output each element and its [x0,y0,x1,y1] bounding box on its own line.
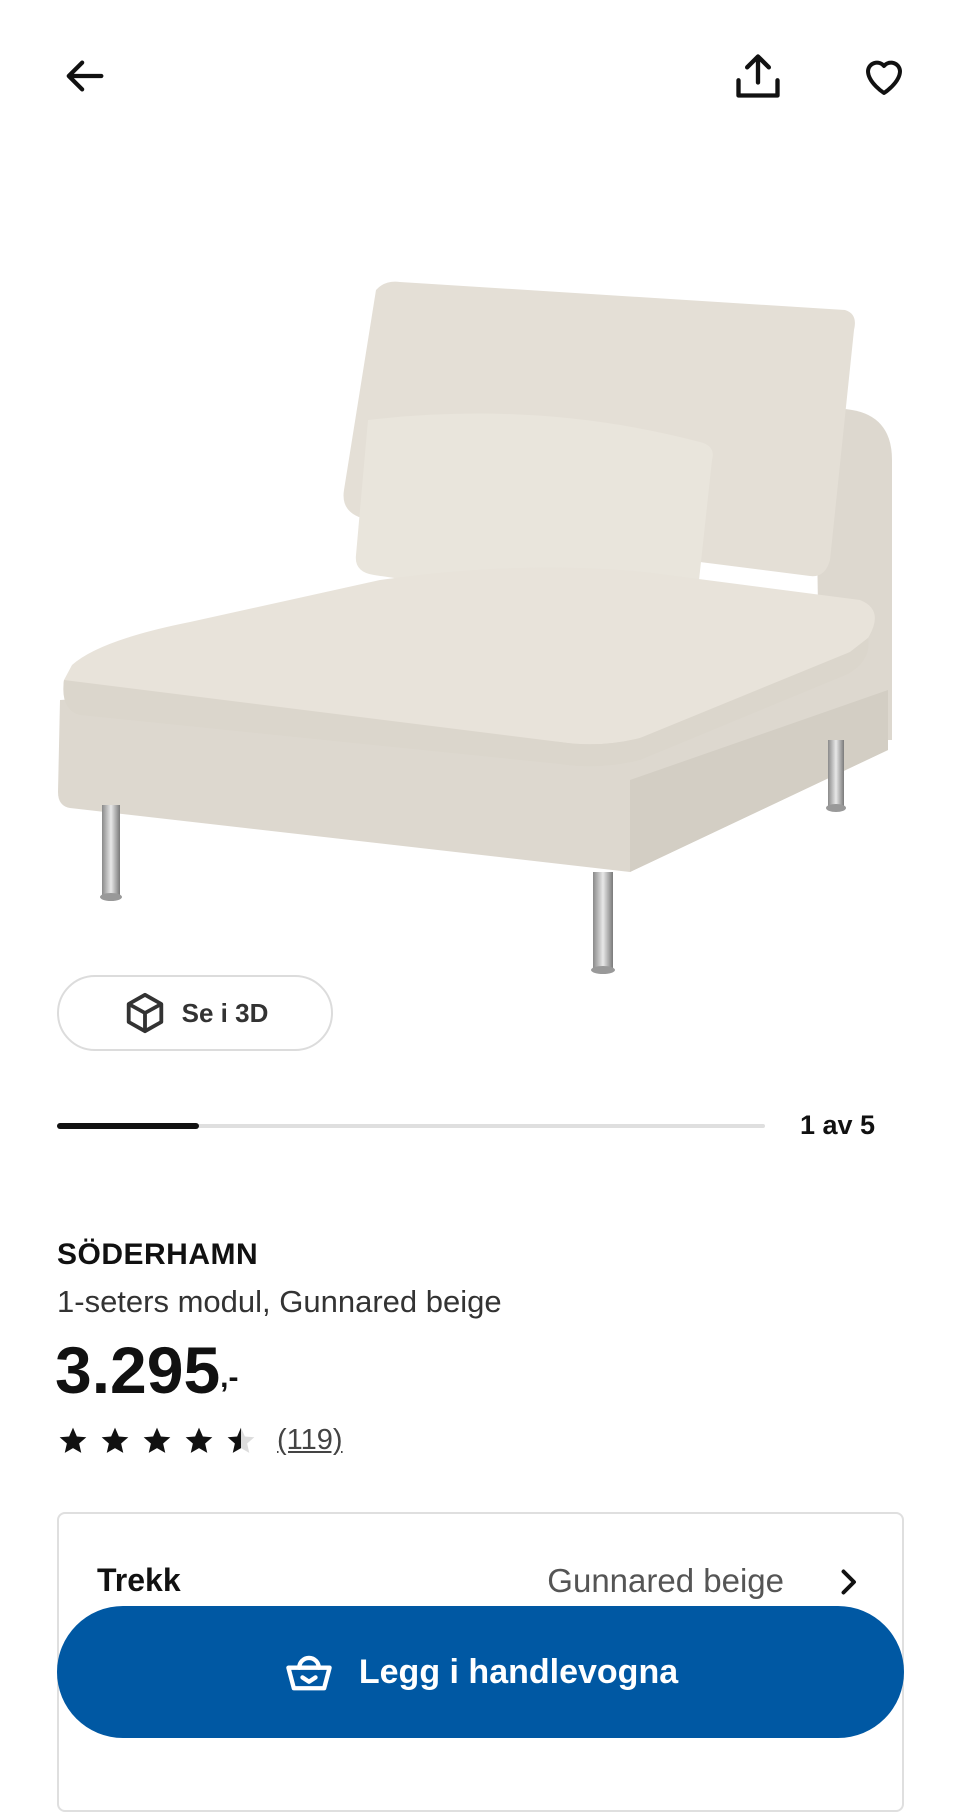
star-icon [185,1427,213,1453]
price-suffix: ,- [220,1361,239,1394]
cover-label: Trekk [97,1562,181,1598]
share-button[interactable] [718,36,798,116]
product-image[interactable] [40,260,920,980]
rating-stars [57,1425,257,1457]
chevron-right-icon [841,1569,856,1595]
price-value: 3.295 [55,1333,221,1407]
gallery-counter: 1 av 5 [800,1110,876,1140]
star-icon [143,1427,171,1453]
product-price: 3.295,- [55,1330,239,1410]
product-name: SÖDERHAMN [57,1238,259,1271]
cube-icon [126,992,163,1034]
cover-value: Gunnared beige [547,1562,784,1599]
view-3d-label: Se i 3D [181,997,269,1028]
shopping-basket-icon [286,1655,332,1691]
star-icon [227,1427,255,1453]
gallery-progress [57,1123,765,1129]
gallery-progress-fill [57,1123,199,1129]
rating[interactable]: (119) [57,1424,343,1457]
star-icon [101,1427,129,1453]
star-icon [59,1427,87,1453]
arrow-left-icon [66,60,104,92]
add-to-cart-label: Legg i handlevogna [358,1652,679,1691]
favorite-button[interactable] [844,36,924,116]
review-count-link[interactable]: (119) [277,1424,343,1457]
product-description: 1-seters modul, Gunnared beige [57,1284,502,1319]
back-button[interactable] [46,36,126,116]
top-bar [0,0,960,150]
view-3d-button[interactable]: Se i 3D [57,975,333,1051]
share-upload-icon [736,54,780,98]
add-to-cart-button[interactable]: Legg i handlevogna [57,1606,904,1738]
heart-outline-icon [866,60,902,95]
